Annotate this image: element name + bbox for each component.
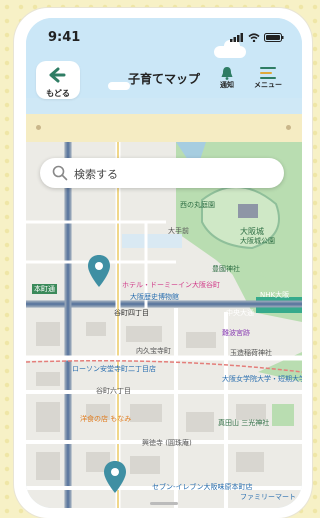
app-screen: 9:41 もどる 子育てマップ 通知 メニュー 西の丸庭園 大阪城 大阪城公園 …	[26, 18, 302, 508]
map-label: 興徳寺 (圓珠庵)	[142, 439, 192, 447]
map-label: 洋食の店 もなみ	[80, 415, 132, 423]
map-label: NHK大阪	[260, 291, 290, 299]
map-label: 豊國神社	[212, 265, 240, 273]
notification-label: 通知	[220, 81, 234, 89]
home-indicator	[150, 502, 178, 505]
banner-dot	[286, 125, 291, 130]
app-header: もどる 子育てマップ 通知 メニュー	[26, 58, 302, 102]
search-placeholder: 検索する	[74, 168, 118, 181]
menu-button[interactable]: メニュー	[254, 66, 282, 90]
map-label: 西の丸庭園	[180, 201, 215, 209]
status-bar: 9:41	[26, 30, 302, 50]
map-label: 大阪歴史博物館	[130, 293, 179, 301]
map-label: 大手前	[168, 227, 189, 235]
map-label: 難波宮跡	[222, 329, 250, 337]
signal-icon	[230, 33, 243, 42]
map-label: ローソン安堂寺町二丁目店	[72, 365, 156, 373]
info-banner	[26, 114, 302, 142]
back-button[interactable]: もどる	[36, 61, 80, 99]
map-label: ファミリーマート	[240, 493, 296, 501]
status-time: 9:41	[48, 30, 81, 45]
map-label: 谷町四丁目	[114, 309, 149, 317]
map-label: 玉造稲荷神社	[230, 349, 272, 357]
map-label: 大阪城公園	[240, 237, 275, 245]
phone-frame: 9:41 もどる 子育てマップ 通知 メニュー 西の丸庭園 大阪城 大阪城公園 …	[14, 8, 312, 518]
map-label: 本町通	[32, 284, 57, 294]
search-input[interactable]: 検索する	[40, 158, 284, 188]
battery-icon	[264, 33, 284, 42]
search-icon	[52, 165, 68, 181]
map-label: 大阪女学院大学・短期大学	[222, 375, 302, 383]
map-view[interactable]: 西の丸庭園 大阪城 大阪城公園 大手前 豊國神社 ホテル・ドーミーイン大阪谷町 …	[26, 142, 302, 508]
map-canvas	[26, 142, 302, 508]
wifi-icon	[248, 33, 260, 42]
bell-icon	[221, 67, 233, 80]
map-pin-icon[interactable]	[102, 460, 128, 494]
back-label: もどる	[46, 89, 70, 98]
map-label: 真田山 三光神社	[218, 419, 270, 427]
menu-label: メニュー	[254, 81, 282, 89]
banner-dot	[36, 125, 41, 130]
map-label: 中央大通	[226, 309, 254, 317]
menu-icon	[260, 67, 276, 79]
map-label: 谷町六丁目	[96, 387, 131, 395]
notification-button[interactable]: 通知	[220, 66, 234, 90]
map-label: 内久宝寺町	[136, 347, 171, 355]
map-label: ホテル・ドーミーイン大阪谷町	[122, 281, 220, 289]
map-pin-icon[interactable]	[86, 254, 112, 288]
back-arrow-icon	[49, 67, 66, 83]
map-label: セブン-イレブン大阪味原本町店	[152, 483, 253, 491]
